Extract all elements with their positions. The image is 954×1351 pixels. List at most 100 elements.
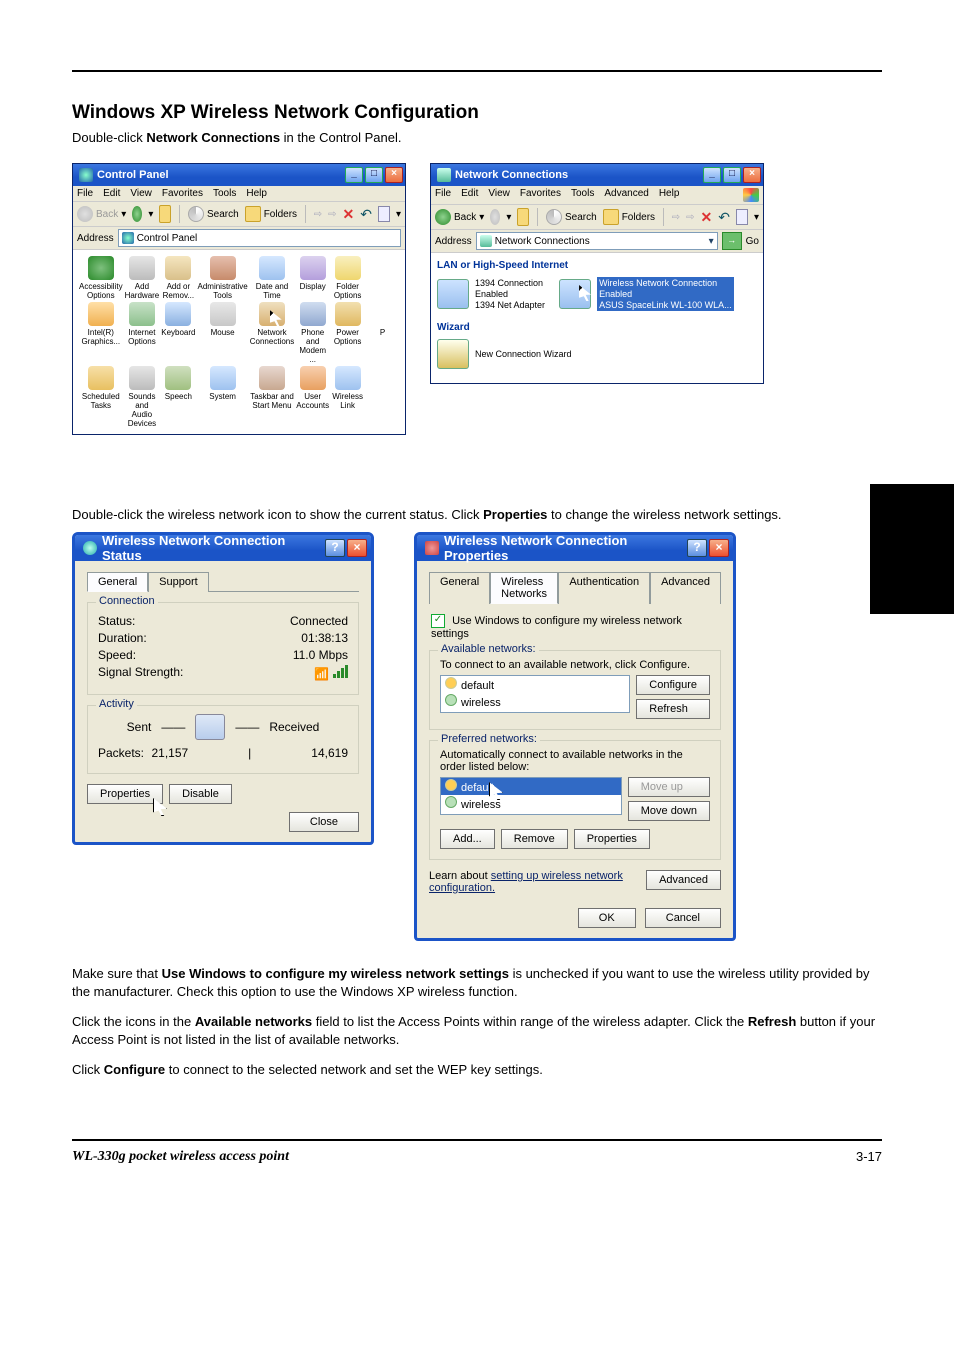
delete-icon[interactable]: ✕ xyxy=(700,209,712,226)
search-icon[interactable] xyxy=(188,206,204,222)
search-icon[interactable] xyxy=(546,209,562,225)
delete-icon[interactable]: ✕ xyxy=(342,206,354,223)
menu-view[interactable]: View xyxy=(488,188,510,202)
available-list[interactable]: default wireless xyxy=(440,675,630,713)
moveto-icon[interactable]: ⇨ xyxy=(672,212,680,223)
cp-item[interactable]: P xyxy=(366,302,399,364)
tab-authentication[interactable]: Authentication xyxy=(558,572,650,604)
properties-button[interactable]: Properties xyxy=(87,784,163,804)
cp-item[interactable]: Phone and Modem ... xyxy=(296,302,329,364)
use-windows-checkbox[interactable]: ✓ xyxy=(431,614,445,628)
cp-item[interactable]: Add or Remov... xyxy=(161,256,195,300)
cp-item[interactable]: Wireless Link xyxy=(331,366,364,428)
cp-item[interactable]: Keyboard xyxy=(161,302,195,364)
cp-item[interactable]: Administrative Tools xyxy=(198,256,248,300)
forward-icon[interactable] xyxy=(132,206,142,222)
cp-item[interactable]: Speech xyxy=(161,366,195,428)
undo-icon[interactable]: ↶ xyxy=(718,209,730,226)
tab-advanced[interactable]: Advanced xyxy=(650,572,721,604)
remove-button[interactable]: Remove xyxy=(501,829,568,849)
tab-wireless-networks[interactable]: Wireless Networks xyxy=(490,572,558,604)
connection-wireless[interactable]: Wireless Network Connection Enabled ASUS… xyxy=(559,277,734,311)
menu-file[interactable]: File xyxy=(435,188,451,202)
close-button[interactable]: × xyxy=(385,167,403,183)
close-dialog-button[interactable]: Close xyxy=(289,812,359,832)
menu-advanced[interactable]: Advanced xyxy=(604,188,648,202)
folders-icon[interactable] xyxy=(603,209,619,225)
minimize-button[interactable]: _ xyxy=(703,167,721,183)
menu-favorites[interactable]: Favorites xyxy=(520,188,561,202)
views-icon[interactable] xyxy=(736,209,748,225)
advanced-button[interactable]: Advanced xyxy=(646,870,721,890)
forward-icon[interactable] xyxy=(490,209,500,225)
network-icon xyxy=(445,779,457,791)
help-button[interactable]: ? xyxy=(325,539,345,557)
refresh-button[interactable]: Refresh xyxy=(636,699,710,719)
go-button[interactable]: → xyxy=(722,232,742,250)
cp-item[interactable]: Add Hardware xyxy=(125,256,160,300)
connection-1394[interactable]: 1394 Connection Enabled 1394 Net Adapter xyxy=(437,277,545,311)
ok-button[interactable]: OK xyxy=(578,908,636,928)
new-connection-wizard[interactable]: New Connection Wizard xyxy=(437,339,759,369)
menu-view[interactable]: View xyxy=(130,188,152,199)
cp-item[interactable] xyxy=(366,256,399,300)
close-button[interactable]: × xyxy=(347,539,367,557)
preferred-list[interactable]: default wireless xyxy=(440,777,622,815)
moveto-icon[interactable]: ⇨ xyxy=(314,209,322,220)
cp-item[interactable]: Accessibility Options xyxy=(79,256,123,300)
cp-item[interactable]: Folder Options xyxy=(331,256,364,300)
cp-item[interactable]: Display xyxy=(296,256,329,300)
dialog-title: Wireless Network Connection Status xyxy=(102,533,323,563)
back-icon[interactable] xyxy=(77,206,93,222)
disable-button[interactable]: Disable xyxy=(169,784,232,804)
cp-item[interactable]: Intel(R) Graphics... xyxy=(79,302,123,364)
cancel-button[interactable]: Cancel xyxy=(645,908,721,928)
address-bar: Address Control Panel xyxy=(73,227,405,250)
menu-file[interactable]: File xyxy=(77,188,93,199)
cp-item[interactable]: Mouse xyxy=(198,302,248,364)
maximize-button[interactable]: □ xyxy=(365,167,383,183)
cp-item[interactable]: Scheduled Tasks xyxy=(79,366,123,428)
movedown-button[interactable]: Move down xyxy=(628,801,710,821)
undo-icon[interactable]: ↶ xyxy=(360,206,372,223)
minimize-button[interactable]: _ xyxy=(345,167,363,183)
menu-favorites[interactable]: Favorites xyxy=(162,188,203,199)
toolbar: Back ▾ ▾ Search Folders ⇨ ⇨ ✕ ↶ ▾ xyxy=(431,205,763,230)
copyto-icon[interactable]: ⇨ xyxy=(686,212,694,223)
cp-item[interactable]: Taskbar and Start Menu xyxy=(250,366,294,428)
cp-item[interactable]: Date and Time xyxy=(250,256,294,300)
menu-tools[interactable]: Tools xyxy=(571,188,594,202)
cp-item-network-connections[interactable]: Network Connections xyxy=(250,302,294,364)
views-icon[interactable] xyxy=(378,206,390,222)
menu-help[interactable]: Help xyxy=(659,188,680,202)
close-button[interactable]: × xyxy=(709,539,729,557)
add-button[interactable]: Add... xyxy=(440,829,495,849)
cp-item[interactable]: User Accounts xyxy=(296,366,329,428)
maximize-button[interactable]: □ xyxy=(723,167,741,183)
up-icon[interactable] xyxy=(159,205,171,223)
folders-icon[interactable] xyxy=(245,206,261,222)
address-input[interactable]: Control Panel xyxy=(118,229,401,247)
cp-item[interactable]: Internet Options xyxy=(125,302,160,364)
menu-edit[interactable]: Edit xyxy=(461,188,478,202)
configure-button[interactable]: Configure xyxy=(636,675,710,695)
cp-item[interactable]: System xyxy=(198,366,248,428)
back-icon[interactable] xyxy=(435,209,451,225)
tab-support[interactable]: Support xyxy=(148,572,209,592)
cp-item[interactable]: Power Options xyxy=(331,302,364,364)
copyto-icon[interactable]: ⇨ xyxy=(328,209,336,220)
preferred-properties-button[interactable]: Properties xyxy=(574,829,650,849)
menu-edit[interactable]: Edit xyxy=(103,188,120,199)
up-icon[interactable] xyxy=(517,208,529,226)
help-button[interactable]: ? xyxy=(687,539,707,557)
address-input[interactable]: Network Connections ▾ xyxy=(476,232,718,250)
menu-help[interactable]: Help xyxy=(246,188,267,199)
close-button[interactable]: × xyxy=(743,167,761,183)
moveup-button[interactable]: Move up xyxy=(628,777,710,797)
menu-tools[interactable]: Tools xyxy=(213,188,236,199)
cp-item[interactable]: Sounds and Audio Devices xyxy=(125,366,160,428)
tab-general[interactable]: General xyxy=(429,572,490,604)
bottom-p3: Click Configure to connect to the select… xyxy=(72,1061,882,1079)
tab-general[interactable]: General xyxy=(87,572,148,592)
window-title: Control Panel xyxy=(97,169,343,181)
